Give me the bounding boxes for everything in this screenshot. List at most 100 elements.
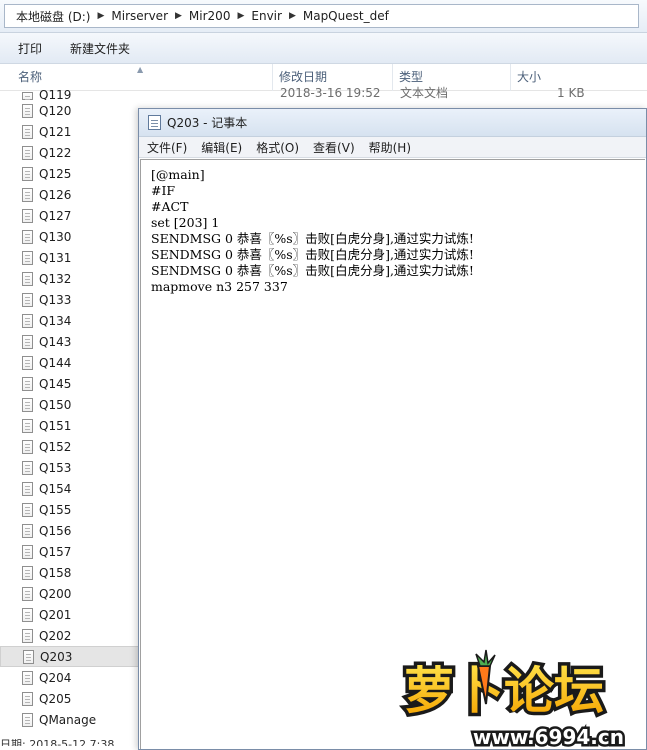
list-item[interactable]: Q152	[0, 436, 140, 457]
text-file-icon	[22, 229, 33, 244]
list-item[interactable]: Q151	[0, 415, 140, 436]
list-item[interactable]: Q132	[0, 268, 140, 289]
list-item[interactable]: Q125	[0, 163, 140, 184]
list-item[interactable]: Q131	[0, 247, 140, 268]
list-item[interactable]: Q130	[0, 226, 140, 247]
file-name: Q204	[39, 670, 72, 685]
window-title: Q203 - 记事本	[167, 116, 248, 130]
list-item[interactable]: Q157	[0, 541, 140, 562]
file-name: Q130	[39, 229, 72, 244]
text-file-icon	[22, 355, 33, 370]
file-name: Q134	[39, 313, 72, 328]
menu-view[interactable]: 查看(V)	[313, 139, 355, 156]
file-name: Q156	[39, 523, 72, 538]
list-item[interactable]: Q127	[0, 205, 140, 226]
list-item[interactable]: Q119	[0, 86, 140, 100]
list-item[interactable]: Q121	[0, 121, 140, 142]
text-line: SENDMSG 0 恭喜〖%s〗击败[白虎分身],通过实力试炼!	[151, 231, 474, 246]
file-name: Q145	[39, 376, 72, 391]
row-date: 2018-3-16 19:52	[280, 86, 381, 100]
explorer-toolbar: 打印 新建文件夹	[0, 33, 647, 64]
file-name: Q205	[39, 691, 72, 706]
text-line: [@main]	[151, 167, 205, 182]
text-file-icon	[22, 103, 33, 118]
file-name: Q202	[39, 628, 72, 643]
file-name: Q154	[39, 481, 72, 496]
row-type: 文本文档	[400, 86, 449, 100]
file-name: Q203	[40, 649, 73, 664]
list-item[interactable]: Q200	[0, 583, 140, 604]
breadcrumb-drive[interactable]: 本地磁盘 (D:)	[13, 8, 93, 25]
file-name: Q121	[39, 124, 72, 139]
text-file-icon	[22, 271, 33, 286]
list-item[interactable]: Q144	[0, 352, 140, 373]
notepad-icon	[148, 115, 161, 130]
breadcrumb-mir200[interactable]: Mir200	[186, 9, 234, 23]
text-line: SENDMSG 0 恭喜〖%s〗击败[白虎分身],通过实力试炼!	[151, 247, 474, 262]
list-item[interactable]: Q150	[0, 394, 140, 415]
text-line: SENDMSG 0 恭喜〖%s〗击败[白虎分身],通过实力试炼!	[151, 263, 474, 278]
list-item[interactable]: Q205	[0, 688, 140, 709]
list-item[interactable]: Q120	[0, 100, 140, 121]
list-item[interactable]: Q145	[0, 373, 140, 394]
breadcrumb-mirserver[interactable]: Mirserver	[108, 9, 171, 23]
menu-edit[interactable]: 编辑(E)	[201, 139, 242, 156]
chevron-right-icon[interactable]: ▶	[171, 11, 186, 21]
list-item[interactable]: Q153	[0, 457, 140, 478]
text-file-icon	[22, 292, 33, 307]
menu-bar: 文件(F) 编辑(E) 格式(O) 查看(V) 帮助(H)	[139, 137, 646, 158]
text-file-icon	[22, 334, 33, 349]
list-item[interactable]: Q134	[0, 310, 140, 331]
print-button[interactable]: 打印	[18, 40, 42, 57]
list-item[interactable]: Q126	[0, 184, 140, 205]
chevron-right-icon[interactable]: ▶	[285, 11, 300, 21]
text-file-icon	[22, 145, 33, 160]
list-item[interactable]: Q133	[0, 289, 140, 310]
list-item[interactable]: Q202	[0, 625, 140, 646]
list-item[interactable]: QManage	[0, 709, 140, 730]
text-file-icon	[22, 92, 33, 100]
file-name: Q201	[39, 607, 72, 622]
text-file-icon	[22, 586, 33, 601]
notepad-titlebar[interactable]: Q203 - 记事本	[139, 109, 646, 137]
list-item[interactable]: Q155	[0, 499, 140, 520]
text-file-icon	[22, 691, 33, 706]
text-line: #ACT	[151, 199, 189, 214]
file-list: Q119 Q120 Q121 Q122 Q125 Q126 Q127 Q130 Q131 Q13…	[0, 86, 140, 746]
text-file-icon	[22, 166, 33, 181]
list-item[interactable]: Q201	[0, 604, 140, 625]
list-item[interactable]: Q156	[0, 520, 140, 541]
new-folder-button[interactable]: 新建文件夹	[70, 40, 130, 57]
file-name: Q153	[39, 460, 72, 475]
list-item[interactable]: Q143	[0, 331, 140, 352]
text-line: #IF	[151, 183, 176, 198]
text-file-icon	[22, 313, 33, 328]
list-item[interactable]: Q154	[0, 478, 140, 499]
text-file-icon	[22, 502, 33, 517]
chevron-right-icon[interactable]: ▶	[233, 11, 248, 21]
text-file-icon	[22, 376, 33, 391]
text-file-icon	[22, 523, 33, 538]
file-name: Q151	[39, 418, 72, 433]
file-name: Q144	[39, 355, 72, 370]
text-file-icon	[22, 124, 33, 139]
breadcrumb[interactable]: 本地磁盘 (D:) ▶ Mirserver ▶ Mir200 ▶ Envir ▶…	[4, 4, 639, 28]
menu-format[interactable]: 格式(O)	[256, 139, 299, 156]
text-file-icon	[22, 397, 33, 412]
menu-file[interactable]: 文件(F)	[147, 139, 187, 156]
chevron-right-icon[interactable]: ▶	[93, 11, 108, 21]
text-file-icon	[22, 628, 33, 643]
list-item[interactable]: Q122	[0, 142, 140, 163]
file-name: Q126	[39, 187, 72, 202]
text-file-icon	[22, 460, 33, 475]
list-item[interactable]: Q203	[0, 646, 140, 667]
file-name: Q132	[39, 271, 72, 286]
breadcrumb-envir[interactable]: Envir	[248, 9, 285, 23]
file-name: Q158	[39, 565, 72, 580]
text-file-icon	[22, 481, 33, 496]
list-item[interactable]: Q158	[0, 562, 140, 583]
menu-help[interactable]: 帮助(H)	[369, 139, 411, 156]
list-item[interactable]: Q204	[0, 667, 140, 688]
breadcrumb-mapquest[interactable]: MapQuest_def	[300, 9, 392, 23]
watermark-url: www.6994.cn	[473, 725, 624, 749]
